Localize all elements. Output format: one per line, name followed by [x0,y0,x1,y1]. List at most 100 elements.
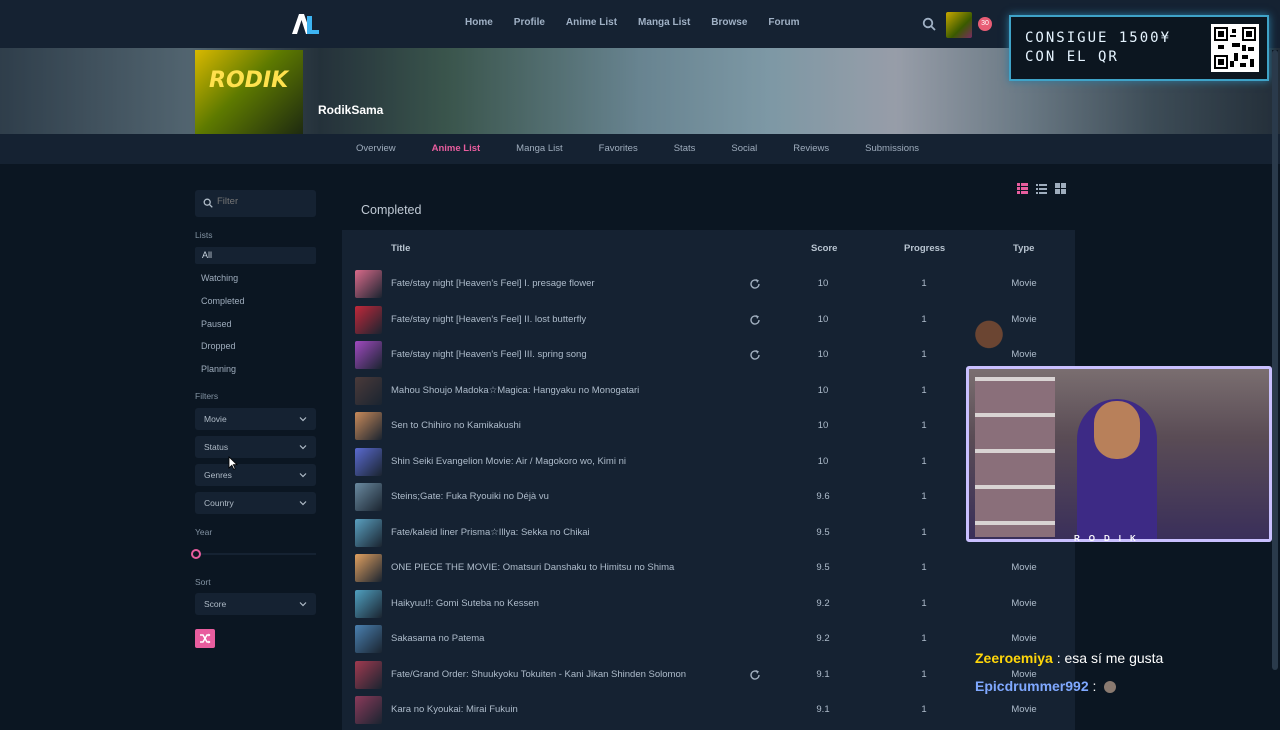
nav-forum[interactable]: Forum [768,17,799,28]
tab-manga-list[interactable]: Manga List [516,143,562,154]
progress-value[interactable]: 1 [904,527,944,538]
table-row[interactable]: Kara no Kyoukai: Mirai Fukuin 9.1 1 Movie [342,693,1075,728]
progress-value[interactable]: 1 [904,420,944,431]
user-avatar[interactable] [946,12,972,38]
chat-emote-icon [1104,681,1117,694]
anime-title-link[interactable]: Mahou Shoujo Madoka☆Magica: Hangyaku no … [391,385,639,396]
list-planning[interactable]: Planning [201,364,236,374]
score-value: 9.2 [816,633,830,644]
score-value: 9.1 [816,668,830,680]
tab-submissions[interactable]: Submissions [865,143,919,154]
view-toggle-group [1017,183,1066,194]
progress-value[interactable]: 1 [904,278,944,289]
list-compact-view-icon[interactable] [1017,183,1028,194]
anime-title-link[interactable]: Shin Seiki Evangelion Movie: Air / Magok… [391,456,626,467]
anime-cover-thumbnail[interactable] [355,518,382,547]
table-row[interactable]: Fate/Grand Order: Shuukyoku Tokuiten - K… [342,658,1075,693]
progress-value[interactable]: 1 [904,669,944,680]
anime-title-link[interactable]: Fate/stay night [Heaven's Feel] II. lost… [391,314,586,325]
notification-badge[interactable]: 30 [978,17,992,31]
anime-title-link[interactable]: Steins;Gate: Fuka Ryouiki no Déjà vu [391,491,549,502]
nav-home[interactable]: Home [465,17,493,28]
progress-value[interactable]: 1 [904,349,944,360]
anime-title-link[interactable]: Haikyuu!!: Gomi Suteba no Kessen [391,598,539,609]
rewatch-icon [750,279,760,289]
progress-value[interactable]: 1 [904,456,944,467]
anime-cover-thumbnail[interactable] [355,660,382,689]
anime-cover-thumbnail[interactable] [355,447,382,476]
anime-cover-thumbnail[interactable] [355,341,382,369]
list-all[interactable]: All [195,247,316,264]
anime-cover-thumbnail[interactable] [355,554,382,582]
year-slider-track[interactable] [195,553,316,555]
progress-value[interactable]: 1 [904,598,944,609]
nav-anime-list[interactable]: Anime List [566,17,617,28]
list-paused[interactable]: Paused [201,319,232,329]
shuffle-button[interactable] [195,629,215,648]
progress-value[interactable]: 1 [904,704,944,715]
anime-title-link[interactable]: Fate/stay night [Heaven's Feel] I. presa… [391,278,595,289]
anime-cover-thumbnail[interactable] [355,483,382,511]
anime-title-link[interactable]: Sakasama no Patema [391,633,484,644]
anime-cover-thumbnail[interactable] [355,589,382,618]
sort-dropdown[interactable]: Score [195,593,316,615]
tab-stats[interactable]: Stats [674,143,696,154]
table-row[interactable]: Fate/stay night [Heaven's Feel] II. lost… [342,303,1075,338]
table-row[interactable]: ONE PIECE THE MOVIE: Omatsuri Danshaku t… [342,551,1075,586]
anime-title-link[interactable]: Sen to Chihiro no Kamikakushi [391,420,521,431]
col-header-title[interactable]: Title [391,243,410,254]
anime-cover-thumbnail[interactable] [355,376,382,405]
anime-title-link[interactable]: Fate/stay night [Heaven's Feel] III. spr… [391,349,587,360]
country-dropdown-value: Country [204,498,234,508]
anime-cover-thumbnail[interactable] [355,305,382,334]
anime-cover-thumbnail[interactable] [355,270,382,298]
grid-view-icon[interactable] [1055,183,1066,194]
col-header-progress[interactable]: Progress [904,243,945,254]
progress-value[interactable]: 1 [904,562,944,573]
webcam-shelf [975,377,1055,537]
anime-title-link[interactable]: Kara no Kyoukai: Mirai Fukuin [391,704,518,715]
anime-cover-thumbnail[interactable] [355,625,382,653]
year-slider-handle[interactable] [191,549,201,559]
progress-value[interactable]: 1 [904,491,944,502]
nav-manga-list[interactable]: Manga List [638,17,690,28]
anilist-logo[interactable] [288,12,320,36]
tab-reviews[interactable]: Reviews [793,143,829,154]
filter-input[interactable] [217,196,307,207]
list-dropped[interactable]: Dropped [201,341,236,351]
anime-cover-thumbnail[interactable] [355,412,382,440]
scrollbar-thumb[interactable] [1272,50,1278,670]
genres-dropdown[interactable]: Genres [195,464,316,486]
col-header-type[interactable]: Type [1013,243,1034,254]
anime-title-link[interactable]: Fate/kaleid liner Prisma☆Illya: Sekka no… [391,527,590,538]
tab-overview[interactable]: Overview [356,143,396,154]
anime-title-link[interactable]: Fate/Grand Order: Shuukyoku Tokuiten - K… [391,669,686,680]
search-icon[interactable] [922,17,936,31]
filter-search[interactable] [195,190,316,217]
chat-message: Epicdrummer992 : [975,678,1117,694]
format-dropdown[interactable]: Movie [195,408,316,430]
nav-profile[interactable]: Profile [514,17,545,28]
table-row[interactable]: Sakasama no Patema 9.2 1 Movie [342,622,1075,657]
progress-value[interactable]: 1 [904,385,944,396]
tab-favorites[interactable]: Favorites [599,143,638,154]
list-watching[interactable]: Watching [201,273,238,283]
list-view-icon[interactable] [1036,183,1047,194]
promo-overlay: CONSIGUE 1500¥ CON EL QR [1009,15,1269,81]
progress-value[interactable]: 1 [904,314,944,325]
col-header-score[interactable]: Score [811,243,837,254]
country-dropdown[interactable]: Country [195,492,316,514]
tab-anime-list[interactable]: Anime List [432,143,481,154]
progress-value[interactable]: 1 [904,633,944,644]
anime-title-link[interactable]: ONE PIECE THE MOVIE: Omatsuri Danshaku t… [391,562,674,573]
nav-browse[interactable]: Browse [711,17,747,28]
chat-username: Epicdrummer992 [975,678,1089,694]
tab-social[interactable]: Social [731,143,757,154]
status-dropdown[interactable]: Status [195,436,316,458]
table-row[interactable]: Fate/stay night [Heaven's Feel] I. presa… [342,267,1075,302]
genres-dropdown-value: Genres [204,470,232,480]
table-row[interactable]: Haikyuu!!: Gomi Suteba no Kessen 9.2 1 Movi… [342,587,1075,622]
profile-tabs-list: Overview Anime List Manga List Favorites… [356,143,955,154]
list-completed[interactable]: Completed [201,296,245,306]
page-scrollbar[interactable] [1272,50,1278,720]
